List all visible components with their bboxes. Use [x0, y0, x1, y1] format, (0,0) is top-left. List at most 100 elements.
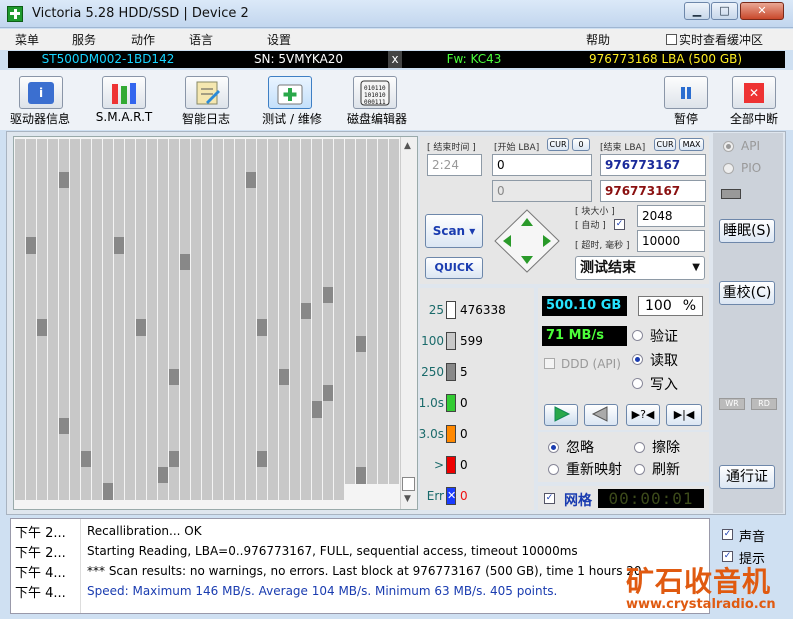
map-block: [246, 286, 256, 304]
map-block: [191, 352, 201, 370]
end-time-field[interactable]: [427, 154, 482, 176]
map-block: [103, 401, 113, 419]
quick-button[interactable]: QUICK: [425, 257, 483, 279]
map-block: [81, 286, 91, 304]
abort-all-button[interactable]: ✕: [732, 76, 776, 109]
sleep-button[interactable]: 睡眠(S): [719, 219, 775, 243]
map-block: [180, 221, 190, 238]
start-lba-field[interactable]: [492, 154, 592, 176]
menu-item-service[interactable]: 服务: [72, 31, 96, 48]
map-block: [290, 319, 300, 337]
map-block: [103, 270, 113, 288]
end-lba-field[interactable]: [600, 154, 706, 176]
grid-checkbox[interactable]: ✓: [544, 493, 555, 504]
map-block: [257, 139, 267, 156]
reverse-icon: [591, 406, 608, 422]
ddd-checkbox[interactable]: [544, 358, 555, 369]
api-radio[interactable]: [723, 141, 734, 152]
passport-button[interactable]: 通行证: [719, 465, 775, 489]
skip-back-button[interactable]: ▶?◀: [626, 404, 660, 426]
map-block: [334, 204, 344, 222]
scroll-up-icon[interactable]: ▲: [404, 141, 411, 151]
map-block: [191, 188, 201, 206]
scroll-down-icon[interactable]: ▼: [404, 494, 411, 504]
menu-item-language[interactable]: 语言: [189, 31, 213, 48]
drive-close-x[interactable]: x: [388, 51, 402, 68]
drive-info-button[interactable]: i: [19, 76, 63, 109]
legend-threshold: Err: [426, 489, 444, 503]
block-size-select[interactable]: [637, 205, 705, 227]
map-block: [312, 221, 322, 238]
map-block: [268, 467, 278, 484]
refresh-radio[interactable]: [634, 464, 645, 475]
map-block: [125, 253, 135, 271]
end-cur-button[interactable]: CUR: [654, 138, 676, 151]
smart-button[interactable]: [102, 76, 146, 109]
sound-checkbox[interactable]: ✓: [722, 529, 733, 540]
map-block: [389, 303, 399, 320]
smart-log-button[interactable]: [185, 76, 229, 109]
map-block: [158, 450, 168, 468]
map-block: [15, 417, 25, 435]
disk-editor-button[interactable]: 010110 101010 000111: [353, 76, 397, 109]
write-radio[interactable]: [632, 378, 643, 389]
drive-model[interactable]: ST500DM002-1BD142: [8, 51, 208, 68]
close-button[interactable]: ✕: [740, 2, 784, 20]
direction-pad-icon[interactable]: [492, 208, 562, 274]
map-block: [378, 303, 388, 320]
map-block: [191, 368, 201, 386]
maximize-button[interactable]: □: [711, 2, 738, 20]
mode-select[interactable]: 测试结束 ▼: [575, 256, 705, 280]
auto-checkbox[interactable]: ✓: [614, 219, 625, 230]
skip-end-button[interactable]: ▶|◀: [666, 404, 702, 426]
ignore-radio[interactable]: [548, 442, 559, 453]
map-block: [257, 237, 267, 255]
map-scrollbar[interactable]: ▲ ▼: [400, 137, 417, 509]
map-block: [114, 286, 124, 304]
menu-item-settings[interactable]: 设置: [267, 31, 291, 48]
menu-item-menu[interactable]: 菜单: [15, 31, 39, 48]
end-max-button[interactable]: MAX: [679, 138, 704, 151]
map-block: [70, 155, 80, 173]
verify-radio[interactable]: [632, 330, 643, 341]
map-block: [114, 188, 124, 206]
map-block: [279, 286, 289, 304]
start-zero-button[interactable]: 0: [572, 138, 590, 151]
timeout-select[interactable]: [637, 230, 705, 252]
map-block: [235, 237, 245, 255]
timeout-label: [ 超时, 毫秒 ]: [575, 241, 630, 251]
map-block: [92, 237, 102, 255]
play-button[interactable]: [544, 404, 578, 426]
reverse-button[interactable]: [584, 404, 618, 426]
legend-count: 0: [460, 489, 468, 503]
map-block: [26, 139, 36, 156]
map-block: [378, 188, 388, 206]
map-block: [158, 253, 168, 271]
map-block: [224, 385, 234, 402]
legend-count: 476338: [460, 303, 506, 317]
test-repair-button[interactable]: [268, 76, 312, 109]
menu-item-action[interactable]: 动作: [131, 31, 155, 48]
cache-checkbox[interactable]: [666, 34, 677, 45]
smart-log-label: 智能日志: [181, 112, 230, 126]
read-radio[interactable]: [632, 354, 643, 365]
erase-radio[interactable]: [634, 442, 645, 453]
map-block: [246, 417, 256, 435]
pause-button[interactable]: [664, 76, 708, 109]
scroll-thumb[interactable]: [402, 477, 415, 491]
map-block: [367, 221, 377, 238]
pio-radio[interactable]: [723, 163, 734, 174]
map-block: [70, 221, 80, 238]
menu-item-help[interactable]: 帮助: [586, 31, 610, 48]
map-block: [158, 483, 168, 501]
map-block: [136, 221, 146, 238]
scan-button[interactable]: Scan ▾: [425, 214, 483, 248]
map-block: [323, 139, 333, 156]
recalibrate-button[interactable]: 重校(C): [719, 281, 775, 305]
remap-radio[interactable]: [548, 464, 559, 475]
erase-label: 擦除: [652, 440, 680, 456]
minimize-button[interactable]: ▁: [684, 2, 710, 20]
start-cur-button[interactable]: CUR: [547, 138, 569, 151]
map-block: [268, 286, 278, 304]
map-block: [356, 270, 366, 288]
